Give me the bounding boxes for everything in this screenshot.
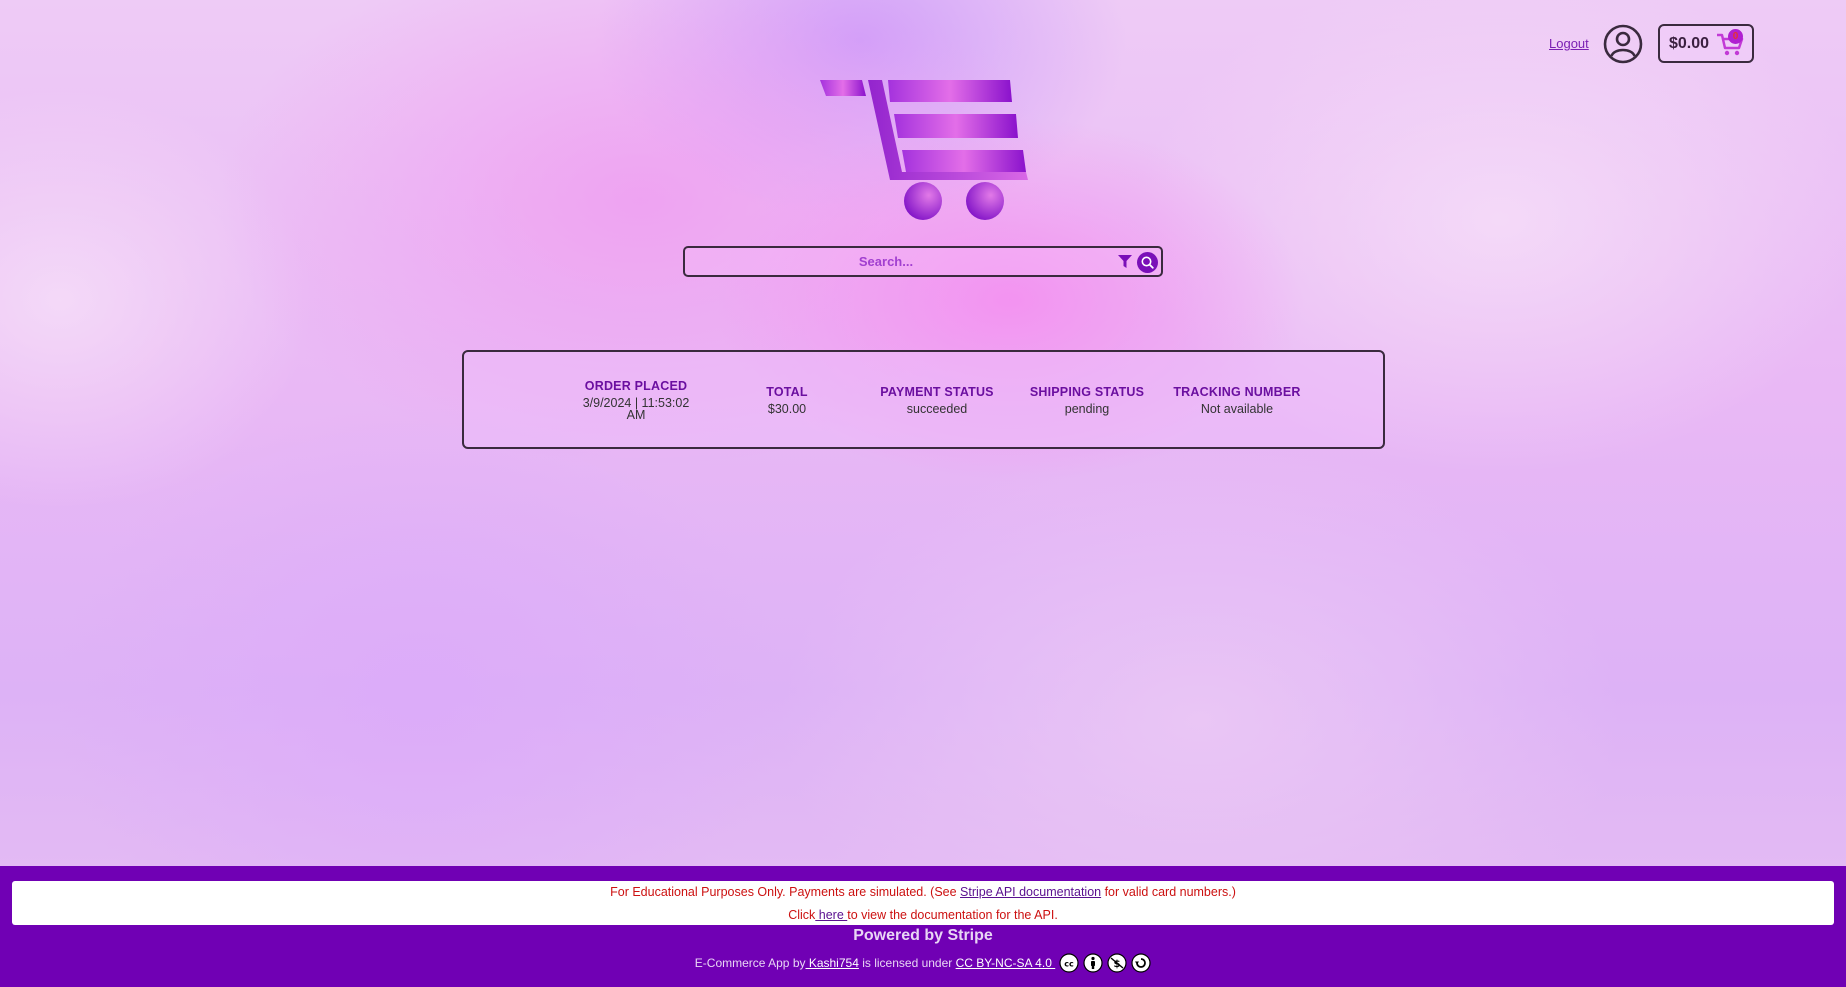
license-icons: cc $: [1059, 953, 1151, 973]
license-credits: E-Commerce App by Kashi754 is licensed u…: [0, 953, 1846, 973]
shipping-status-value: pending: [1064, 402, 1110, 416]
total-label: TOTAL: [766, 385, 808, 399]
search-bar: [683, 246, 1163, 277]
total-value: $30.00: [767, 402, 807, 416]
powered-by-stripe: Powered by Stripe: [853, 927, 993, 944]
notice-text-prefix: For Educational Purposes Only. Payments …: [610, 885, 961, 899]
logout-link[interactable]: Logout: [1549, 36, 1589, 51]
filter-icon[interactable]: [1118, 255, 1132, 268]
cart-count-badge: 0: [1728, 29, 1743, 44]
order-placed-column: ORDER PLACED 3/9/2024 | 11:53:02 AM: [566, 379, 706, 421]
tracking-number-value: Not available: [1200, 402, 1274, 416]
tracking-number-column: TRACKING NUMBER Not available: [1162, 385, 1312, 415]
cc-icon: cc: [1059, 953, 1079, 973]
svg-text:cc: cc: [1064, 960, 1074, 969]
footer: For Educational Purposes Only. Payments …: [0, 866, 1846, 987]
by-icon: [1083, 953, 1103, 973]
shipping-status-label: SHIPPING STATUS: [1029, 385, 1145, 399]
cart-logo: [820, 80, 1028, 220]
stripe-docs-link[interactable]: Stripe API documentation: [960, 885, 1101, 899]
tracking-number-label: TRACKING NUMBER: [1173, 385, 1301, 399]
user-icon: [1603, 24, 1643, 64]
shipping-status-column: SHIPPING STATUS pending: [1012, 385, 1162, 415]
search-input[interactable]: [691, 250, 1081, 273]
author-link[interactable]: Kashi754: [806, 956, 859, 970]
notice-text-suffix: for valid card numbers.): [1101, 885, 1236, 899]
nc-icon: $: [1107, 953, 1127, 973]
order-card[interactable]: ORDER PLACED 3/9/2024 | 11:53:02 AM TOTA…: [462, 350, 1385, 449]
credit-prefix: E-Commerce App by: [694, 956, 806, 970]
total-column: TOTAL $30.00: [732, 385, 842, 415]
educational-notice: For Educational Purposes Only. Payments …: [12, 881, 1834, 925]
credit-mid: is licensed under: [858, 956, 956, 970]
payment-status-value: succeeded: [906, 402, 968, 416]
api-docs-link[interactable]: here: [815, 908, 847, 922]
account-button[interactable]: [1603, 24, 1643, 64]
sa-icon: [1131, 953, 1151, 973]
license-link[interactable]: CC BY-NC-SA 4.0: [956, 956, 1056, 970]
order-placed-value: 3/9/2024 | 11:53:02 AM: [582, 396, 690, 422]
cart-total: $0.00: [1669, 34, 1710, 52]
click-text-prefix: Click: [788, 908, 816, 922]
click-text-suffix: to view the documentation for the API.: [847, 908, 1058, 922]
order-placed-label: ORDER PLACED: [584, 379, 688, 393]
payment-status-column: PAYMENT STATUS succeeded: [862, 385, 1012, 415]
payment-status-label: PAYMENT STATUS: [880, 385, 994, 399]
search-icon[interactable]: [1137, 252, 1158, 273]
cart-button[interactable]: $0.00 0: [1658, 24, 1754, 63]
